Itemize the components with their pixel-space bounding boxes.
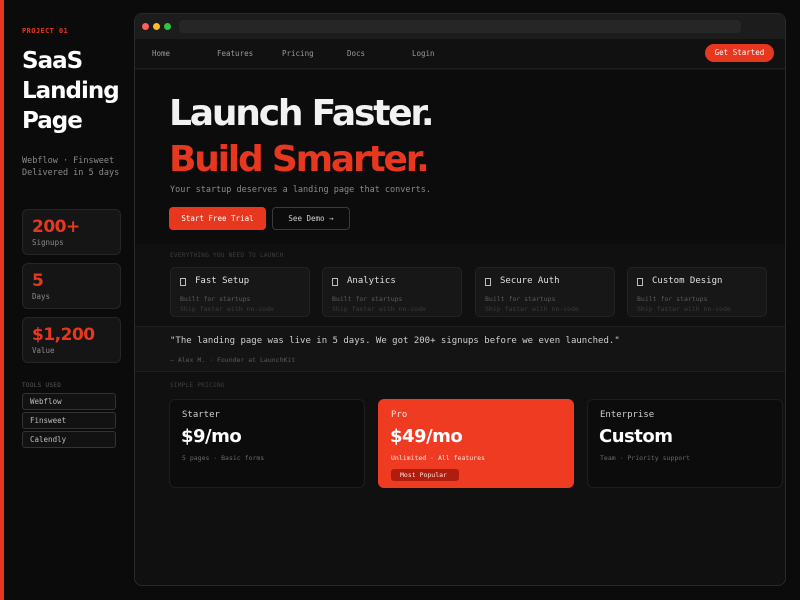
stat-card-days: 5 Days [22, 263, 121, 309]
pricing-heading: SIMPLE PRICING [170, 382, 225, 389]
feature-title: Secure Auth [500, 276, 560, 286]
tool-tag-webflow: Webflow [22, 393, 116, 410]
most-popular-badge: Most Popular [391, 469, 459, 481]
feature-desc-line: Ship faster with no-code [332, 305, 426, 313]
nav-link-docs[interactable]: Docs [347, 49, 365, 58]
feature-desc-line: Built for startups [332, 295, 403, 303]
minimize-dot-icon[interactable] [153, 23, 160, 30]
get-started-button[interactable]: Get Started [705, 44, 774, 62]
tool-tag-finsweet: Finsweet [22, 412, 116, 429]
feature-desc: Built for startups Ship faster with no-c… [180, 294, 274, 314]
features-heading: EVERYTHING YOU NEED TO LAUNCH [170, 252, 284, 259]
hero-headline: Launch Faster. [169, 93, 435, 134]
project-title: SaaS Landing Page [22, 46, 132, 136]
nav-link-login[interactable]: Login [412, 49, 435, 58]
feature-title: Custom Design [652, 276, 723, 286]
pricing-card-enterprise[interactable]: Enterprise Custom Team · Priority suppor… [587, 399, 783, 488]
feature-desc-line: Built for startups [637, 295, 708, 303]
plan-features: Unlimited · All features [391, 454, 485, 462]
stat-card-signups: 200+ Signups [22, 209, 121, 255]
project-meta-line: Webflow · Finsweet [22, 156, 115, 166]
hero-section: Launch Faster. Build Smarter. Your start… [135, 70, 785, 244]
feature-desc: Built for startups Ship faster with no-c… [332, 294, 426, 314]
plan-features: Team · Priority support [600, 454, 691, 462]
project-meta-line: Delivered in 5 days [22, 168, 120, 178]
browser-window: Home Features Pricing Docs Login Get Sta… [134, 13, 786, 586]
feature-card-custom-design: Custom Design Built for startups Ship fa… [627, 267, 767, 317]
plan-name: Starter [182, 410, 220, 420]
testimonial-section: "The landing page was live in 5 days. We… [135, 326, 785, 372]
plan-price: $9/mo [181, 426, 242, 447]
plan-price: Custom [599, 426, 673, 447]
testimonial-author: — Alex M. · Founder at LaunchKit [170, 356, 296, 364]
maximize-dot-icon[interactable] [164, 23, 171, 30]
feature-title: Fast Setup [195, 276, 250, 286]
browser-titlebar [135, 14, 785, 39]
nav-link-pricing[interactable]: Pricing [282, 49, 314, 58]
see-demo-button[interactable]: See Demo → [272, 207, 350, 230]
palette-icon [637, 278, 643, 286]
plan-name: Enterprise [600, 410, 655, 420]
feature-desc-line: Ship faster with no-code [637, 305, 731, 313]
lightning-icon [180, 278, 186, 286]
stat-card-value: $1,200 Value [22, 317, 121, 363]
plan-name: Pro [391, 410, 408, 420]
pricing-section: SIMPLE PRICING Starter $9/mo 5 pages · B… [135, 372, 785, 585]
accent-bar [0, 0, 4, 600]
project-label: PROJECT 01 [22, 27, 69, 35]
tools-heading: TOOLS USED [22, 382, 62, 389]
project-title-line: Page [22, 108, 83, 134]
feature-desc-line: Built for startups [485, 295, 556, 303]
address-bar[interactable] [179, 20, 741, 33]
nav-link-features[interactable]: Features [217, 49, 253, 58]
feature-desc: Built for startups Ship faster with no-c… [485, 294, 579, 314]
stat-value: $1,200 [32, 325, 95, 345]
nav-link-home[interactable]: Home [152, 49, 170, 58]
feature-desc-line: Ship faster with no-code [485, 305, 579, 313]
start-free-trial-button[interactable]: Start Free Trial [169, 207, 266, 230]
plan-price: $49/mo [390, 426, 463, 447]
feature-card-analytics: Analytics Built for startups Ship faster… [322, 267, 462, 317]
hero-subtitle: Your startup deserves a landing page tha… [170, 185, 431, 195]
stat-label: Value [32, 346, 55, 355]
project-title-line: SaaS [22, 48, 83, 74]
feature-desc-line: Built for startups [180, 295, 251, 303]
project-title-line: Landing [22, 78, 120, 104]
pricing-card-starter[interactable]: Starter $9/mo 5 pages · Basic forms [169, 399, 365, 488]
testimonial-quote: "The landing page was live in 5 days. We… [170, 336, 620, 346]
lock-icon [485, 278, 491, 286]
stat-label: Signups [32, 238, 64, 247]
stat-value: 200+ [32, 217, 80, 237]
feature-card-fast-setup: Fast Setup Built for startups Ship faste… [170, 267, 310, 317]
feature-desc-line: Ship faster with no-code [180, 305, 274, 313]
site-nav: Home Features Pricing Docs Login Get Sta… [135, 39, 785, 69]
chart-icon [332, 278, 338, 286]
project-meta: Webflow · Finsweet Delivered in 5 days [22, 155, 119, 179]
stat-label: Days [32, 292, 51, 301]
feature-desc: Built for startups Ship faster with no-c… [637, 294, 731, 314]
hero-headline-accent: Build Smarter. [169, 139, 430, 180]
pricing-card-pro[interactable]: Pro $49/mo Unlimited · All features Most… [378, 399, 574, 488]
tool-tag-calendly: Calendly [22, 431, 116, 448]
stat-value: 5 [32, 271, 44, 291]
features-section: EVERYTHING YOU NEED TO LAUNCH Fast Setup… [135, 244, 785, 326]
feature-title: Analytics [347, 276, 396, 286]
close-dot-icon[interactable] [142, 23, 149, 30]
plan-features: 5 pages · Basic forms [182, 454, 265, 462]
feature-card-secure-auth: Secure Auth Built for startups Ship fast… [475, 267, 615, 317]
